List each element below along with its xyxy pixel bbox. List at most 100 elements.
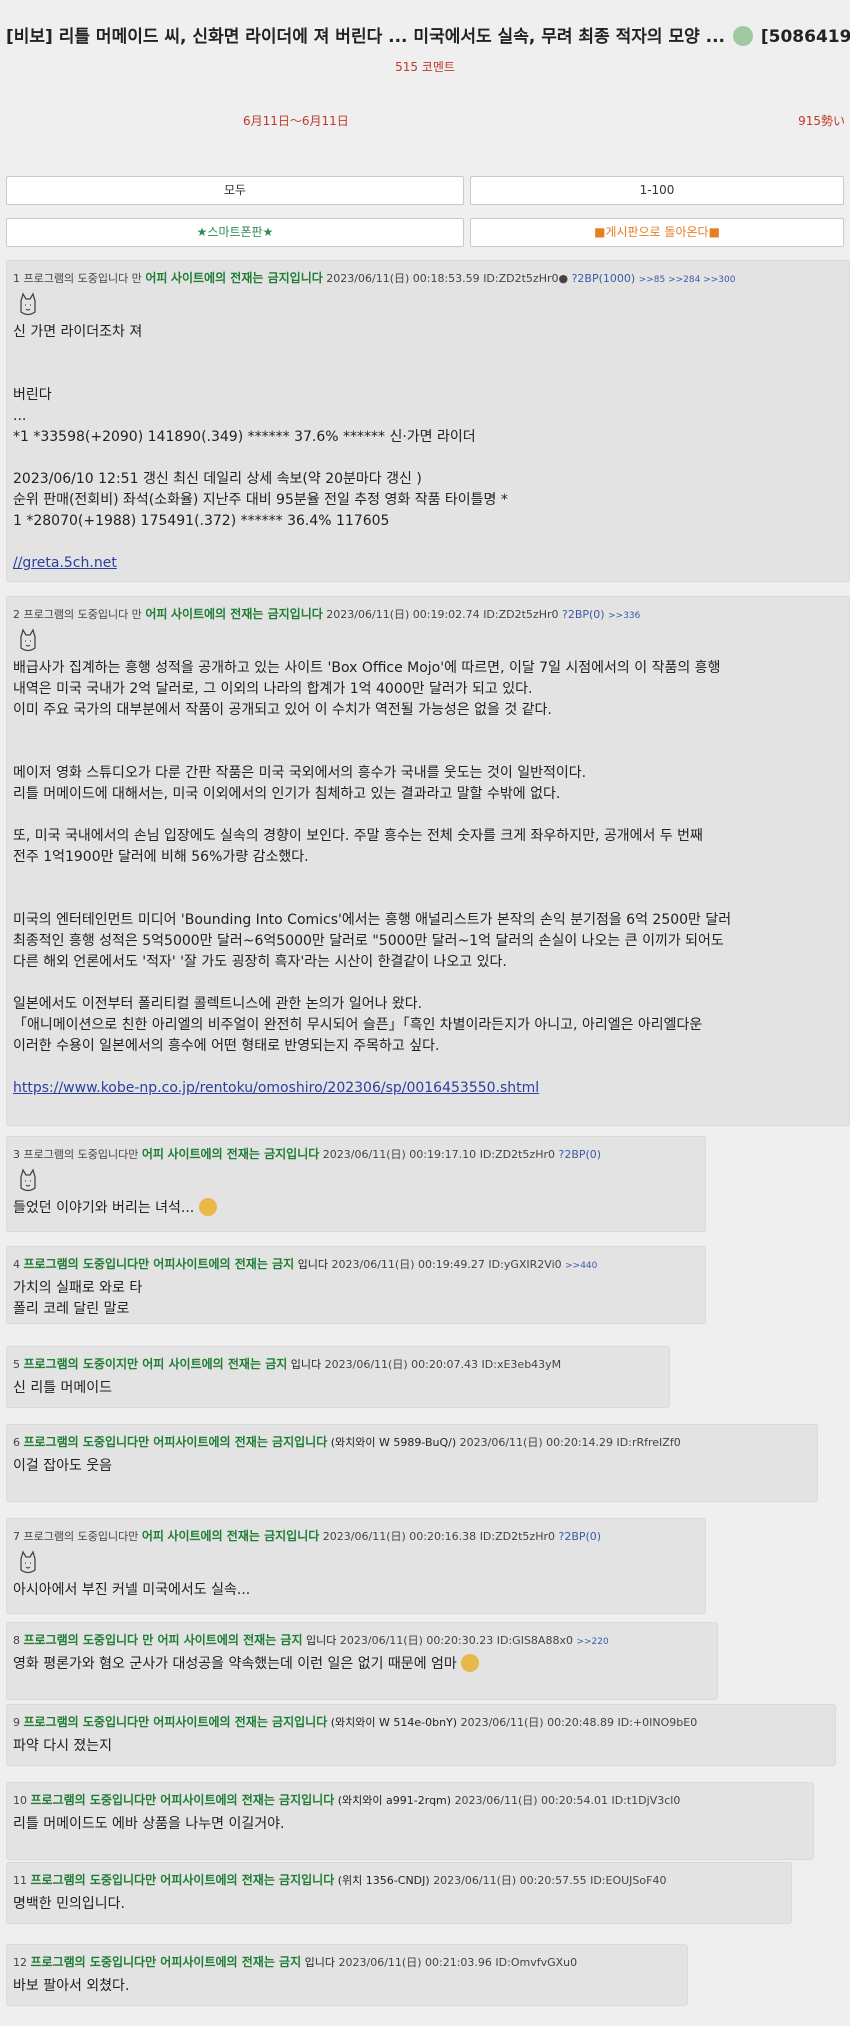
- post-date: 2023/06/11(日) 00:19:17.10: [322, 1148, 477, 1161]
- post-name: 사이트에의 전재는 금지입니다: [170, 607, 323, 621]
- post-id[interactable]: ID:t1DjV3cl0: [611, 1794, 680, 1807]
- post-date: 2023/06/11(日) 00:20:07.43: [324, 1358, 479, 1371]
- post-line: 내역은 미국 국내가 2억 달러로, 그 이외의 나라의 합계가 1억 4000…: [13, 681, 533, 697]
- post-line: 폴리 코레 달린 말로: [13, 1301, 130, 1317]
- post-line: [13, 889, 841, 910]
- post-id[interactable]: ID:ZD2t5zHr0: [480, 1530, 555, 1543]
- date-range: 6月11日〜6月11日: [243, 114, 349, 128]
- post-date: 2023/06/11(日) 00:20:14.29: [459, 1436, 614, 1449]
- post-line: [13, 868, 841, 889]
- post-line: [13, 343, 841, 364]
- post-item: 3 프로그램의 도중입니다만 어피 사이트에의 전재는 금지입니다 2023/0…: [6, 1136, 706, 1232]
- post-name-suffix: (와치와이 W 514e-0bnY): [330, 1716, 458, 1729]
- post-date: 2023/06/11(日) 00:20:48.89: [460, 1716, 614, 1729]
- post-id[interactable]: ID:rRfreIZf0: [617, 1436, 681, 1449]
- post-date: 2023/06/11(日) 00:20:30.23: [339, 1634, 494, 1647]
- post-body: 명백한 민의입니다.: [13, 1894, 783, 1915]
- post-body: 바보 팔아서 외쳤다.: [13, 1976, 679, 1997]
- ascii-art-cat-icon: [20, 1168, 36, 1192]
- post-name: 프로그램의 도중입니다만 어피사이트에의 전재는 금지: [30, 1955, 302, 1969]
- be-points-link[interactable]: ?2BP(0): [559, 1148, 602, 1161]
- post-date: 2023/06/11(日) 00:18:53.59: [326, 272, 480, 285]
- post-item: 4 프로그램의 도중입니다만 어피사이트에의 전재는 금지 입니다 2023/0…: [6, 1246, 706, 1324]
- post-body: 배급사가 집계하는 흥행 성적을 공개하고 있는 사이트 'Box Office…: [13, 658, 841, 1099]
- post-line: [13, 805, 841, 826]
- post-name-prefix: 6: [13, 1436, 20, 1449]
- post-body: 파약 다시 졌는지: [13, 1736, 827, 1757]
- post-line: 메이저 영화 스튜디오가 다룬 간판 작품은 미국 국외에서의 흥수가 국내를 …: [13, 765, 587, 781]
- reply-refs-link[interactable]: >>85 >>284 >>300: [639, 275, 736, 285]
- post-line: 최종적인 흥행 성적은 5억5000만 달러~6억5000만 달러로 "5000…: [13, 933, 724, 949]
- post-name: 프로그램의 도중입니다 만 어피 사이트에의 전재는 금지: [23, 1633, 303, 1647]
- range-1-100-button[interactable]: 1-100: [470, 176, 844, 205]
- post-id[interactable]: ID:ZD2t5zHr0: [480, 1148, 555, 1161]
- post-name: 사이트에의 전재는 금지입니다: [167, 1529, 320, 1543]
- post-date: 2023/06/11(日) 00:19:49.27: [331, 1258, 485, 1271]
- post-line: 명백한 민의입니다.: [13, 1896, 125, 1912]
- post-name-mid: 어피: [141, 1147, 164, 1161]
- show-all-button[interactable]: 모두: [6, 176, 464, 205]
- post-name-prefix: 4: [13, 1258, 20, 1271]
- post-id[interactable]: ID:EOUJSoF40: [590, 1874, 666, 1887]
- post-item: 8 프로그램의 도중입니다 만 어피 사이트에의 전재는 금지 입니다 2023…: [6, 1622, 718, 1700]
- post-id[interactable]: ID:GIS8A88x0: [497, 1634, 573, 1647]
- post-name: 프로그램의 도중입니다만 어피사이트에의 전재는 금지입니다: [23, 1435, 328, 1449]
- post-item: 12 프로그램의 도중입니다만 어피사이트에의 전재는 금지 입니다 2023/…: [6, 1944, 688, 2006]
- post-header: 2 프로그램의 도중입니다 만 어피 사이트에의 전재는 금지입니다 2023/…: [13, 605, 841, 622]
- post-item: 10 프로그램의 도중입니다만 어피사이트에의 전재는 금지입니다 (와치와이 …: [6, 1782, 814, 1860]
- post-id[interactable]: ID:ZD2t5zHr0●: [483, 272, 568, 285]
- post-body: 가치의 실패로 와로 타 폴리 코레 달린 말로: [13, 1278, 697, 1320]
- post-link[interactable]: https://www.kobe-np.co.jp/rentoku/omoshi…: [13, 1078, 841, 1099]
- be-points-link[interactable]: ?2BP(0): [559, 1530, 602, 1543]
- post-name: 사이트에의 전재는 금지입니다: [167, 1147, 320, 1161]
- post-line: [13, 1057, 841, 1078]
- post-line: 이걸 잡아도 웃음: [13, 1458, 113, 1474]
- post-name-prefix: 12: [13, 1956, 27, 1969]
- smartphone-version-button[interactable]: ★스마트폰판★: [6, 218, 464, 247]
- post-item: 2 프로그램의 도중입니다 만 어피 사이트에의 전재는 금지입니다 2023/…: [6, 596, 850, 1126]
- post-line: [13, 448, 841, 469]
- post-item: 11 프로그램의 도중입니다만 어피사이트에의 전재는 금지입니다 (위치 13…: [6, 1862, 792, 1924]
- post-line: [13, 742, 841, 763]
- reply-refs-link[interactable]: >>440: [565, 1261, 597, 1271]
- post-name-suffix: (위치 1356-CNDJ): [337, 1874, 430, 1887]
- post-line: 미국의 엔터테인먼트 미디어 'Bounding Into Comics'에서는…: [13, 912, 732, 928]
- post-body: 영화 평론가와 혐오 군사가 대성공을 약속했는데 이런 일은 없기 때문에 엄…: [13, 1654, 709, 1675]
- post-id[interactable]: ID:yGXIR2Vi0: [488, 1258, 561, 1271]
- post-line: 들었던 이야기와 버리는 녀석...: [13, 1198, 697, 1219]
- post-id[interactable]: ID:ZD2t5zHr0: [483, 608, 558, 621]
- post-line: 2023/06/10 12:51 갱신 최신 데일리 상세 속보(약 20분마다…: [13, 471, 422, 487]
- post-line: 파약 다시 졌는지: [13, 1738, 113, 1754]
- post-name-mid: 어피: [141, 1529, 164, 1543]
- post-date: 2023/06/11(日) 00:20:57.55: [433, 1874, 587, 1887]
- post-line: 「애니메이션으로 친한 아리엘의 비주얼이 완전히 무시되어 슬픈」「흑인 차별…: [13, 1017, 703, 1033]
- post-line: 배급사가 집계하는 흥행 성적을 공개하고 있는 사이트 'Box Office…: [13, 660, 721, 676]
- post-name-mid: 어피: [145, 607, 168, 621]
- post-name: 프로그램의 도중입니다만 어피사이트에의 전재는 금지입니다: [23, 1715, 328, 1729]
- post-name-suffix: 입니다: [306, 1634, 337, 1647]
- post-item: 1 프로그램의 도중입니다 만 어피 사이트에의 전재는 금지입니다 2023/…: [6, 260, 850, 582]
- post-line: 신 가면 라이더조차 져: [13, 324, 143, 340]
- post-id[interactable]: ID:OmvfvGXu0: [495, 1956, 577, 1969]
- post-header: 9 프로그램의 도중입니다만 어피사이트에의 전재는 금지입니다 (와치와이 W…: [13, 1713, 827, 1730]
- post-name-prefix: 9: [13, 1716, 20, 1729]
- comment-count: 515 코멘트: [395, 60, 455, 74]
- ascii-art-cat-icon: [20, 1550, 36, 1574]
- be-points-link[interactable]: ?2BP(1000): [572, 272, 636, 285]
- post-id[interactable]: ID:xE3eb43yM: [482, 1358, 562, 1371]
- post-id[interactable]: ID:+0INO9bE0: [618, 1716, 698, 1729]
- crying-face-icon: [732, 26, 753, 46]
- post-line: [13, 973, 841, 994]
- reply-refs-link[interactable]: >>220: [576, 1637, 608, 1647]
- post-name-prefix: 11: [13, 1874, 27, 1887]
- post-name-suffix: 입니다: [297, 1258, 329, 1271]
- post-header: 8 프로그램의 도중입니다 만 어피 사이트에의 전재는 금지 입니다 2023…: [13, 1631, 709, 1648]
- be-points-link[interactable]: ?2BP(0): [562, 608, 605, 621]
- reply-refs-link[interactable]: >>336: [608, 611, 640, 621]
- post-name: 프로그램의 도중입니다만 어피사이트에의 전재는 금지입니다: [30, 1793, 335, 1807]
- post-link[interactable]: //greta.5ch.net: [13, 553, 841, 574]
- post-line: 이미 주요 국가의 대부분에서 작품이 공개되고 있어 이 수치가 역전될 가능…: [13, 702, 552, 718]
- back-to-board-button[interactable]: ■게시판으로 돌아온다■: [470, 218, 844, 247]
- post-body: 리틀 머메이드도 에바 상품을 나누면 이길거야.: [13, 1814, 805, 1835]
- emoji-icon: [198, 1198, 217, 1216]
